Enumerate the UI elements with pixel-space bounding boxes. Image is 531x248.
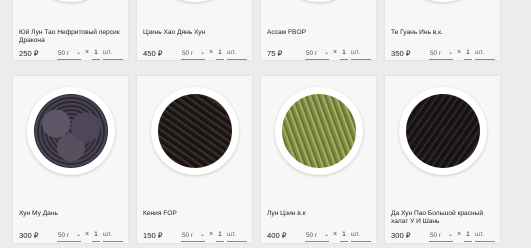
product-card[interactable]: Те Гуань Инь в.к. 350 ₽ 50 г ⌄ × 1 шт.	[385, 0, 500, 60]
weight-select[interactable]: 50 г ⌄	[181, 49, 205, 60]
chevron-down-icon: ⌄	[447, 232, 453, 238]
multiply-icon: ×	[209, 231, 214, 238]
product-price: 300 ₽	[19, 231, 39, 240]
product-card[interactable]: Ассам FBOP 75 ₽ 50 г ⌄ × 1 шт.	[261, 0, 376, 60]
product-image[interactable]	[275, 87, 363, 175]
product-price: 400 ₽	[267, 231, 287, 240]
product-name[interactable]: Юй Лун Тао Нефритовый персик Дракона	[19, 29, 127, 45]
product-image[interactable]	[399, 0, 487, 2]
quantity-input[interactable]: 1	[92, 231, 100, 242]
quantity-input[interactable]: 1	[92, 49, 100, 60]
unit-select[interactable]: шт.	[227, 231, 247, 242]
unit-select[interactable]: шт.	[351, 49, 371, 60]
product-price: 350 ₽	[391, 49, 411, 58]
product-name[interactable]: Цзинь Хао Дянь Хун	[143, 29, 251, 37]
weight-select[interactable]: 50 г ⌄	[429, 231, 453, 242]
product-name[interactable]: Лун Цзин в.к	[267, 210, 375, 218]
product-card[interactable]: Кения FOP 150 ₽ 50 г ⌄ × 1 шт.	[137, 76, 252, 243]
product-image[interactable]	[399, 87, 487, 175]
weight-select[interactable]: 50 г ⌄	[305, 49, 329, 60]
multiply-icon: ×	[333, 231, 338, 238]
weight-select[interactable]: 50 г ⌄	[429, 49, 453, 60]
weight-select[interactable]: 50 г ⌄	[57, 49, 81, 60]
weight-select[interactable]: 50 г ⌄	[181, 231, 205, 242]
weight-select[interactable]: 50 г ⌄	[305, 231, 329, 242]
product-card[interactable]: Лун Цзин в.к 400 ₽ 50 г ⌄ × 1 шт.	[261, 76, 376, 243]
weight-select[interactable]: 50 г ⌄	[57, 231, 81, 242]
multiply-icon: ×	[209, 49, 214, 56]
product-price: 250 ₽	[19, 49, 39, 58]
product-image[interactable]	[275, 0, 363, 2]
product-name[interactable]: Хун Му Дань	[19, 210, 127, 218]
product-image[interactable]	[27, 87, 115, 175]
quantity-input[interactable]: 1	[340, 231, 348, 242]
multiply-icon: ×	[333, 49, 338, 56]
chevron-down-icon: ⌄	[75, 50, 81, 56]
chevron-down-icon: ⌄	[323, 50, 329, 56]
chevron-down-icon: ⌄	[323, 232, 329, 238]
chevron-down-icon: ⌄	[199, 50, 205, 56]
quantity-input[interactable]: 1	[464, 231, 472, 242]
multiply-icon: ×	[457, 49, 462, 56]
quantity-input[interactable]: 1	[216, 231, 224, 242]
multiply-icon: ×	[457, 231, 462, 238]
unit-select[interactable]: шт.	[351, 231, 371, 242]
product-price: 150 ₽	[143, 231, 163, 240]
product-image[interactable]	[151, 87, 239, 175]
product-price: 75 ₽	[267, 49, 283, 58]
product-card[interactable]: Да Хун Пао Большой красный халат У И Шан…	[385, 76, 500, 243]
unit-select[interactable]: шт.	[475, 49, 495, 60]
product-card[interactable]: Цзинь Хао Дянь Хун 450 ₽ 50 г ⌄ × 1 шт.	[137, 0, 252, 60]
product-card[interactable]: Хун Му Дань 300 ₽ 50 г ⌄ × 1 шт.	[13, 76, 128, 243]
chevron-down-icon: ⌄	[199, 232, 205, 238]
product-price: 450 ₽	[143, 49, 163, 58]
product-price: 300 ₽	[391, 231, 411, 240]
product-image[interactable]	[151, 0, 239, 2]
quantity-input[interactable]: 1	[464, 49, 472, 60]
unit-select[interactable]: шт.	[475, 231, 495, 242]
product-name[interactable]: Кения FOP	[143, 210, 251, 218]
quantity-input[interactable]: 1	[216, 49, 224, 60]
unit-select[interactable]: шт.	[103, 231, 123, 242]
unit-select[interactable]: шт.	[103, 49, 123, 60]
product-name[interactable]: Те Гуань Инь в.к.	[391, 29, 499, 37]
product-name[interactable]: Да Хун Пао Большой красный халат У И Шан…	[391, 210, 499, 226]
chevron-down-icon: ⌄	[447, 50, 453, 56]
product-image[interactable]	[27, 0, 115, 2]
chevron-down-icon: ⌄	[75, 232, 81, 238]
product-card[interactable]: Юй Лун Тао Нефритовый персик Дракона 250…	[13, 0, 128, 60]
product-name[interactable]: Ассам FBOP	[267, 29, 375, 37]
unit-select[interactable]: шт.	[227, 49, 247, 60]
multiply-icon: ×	[85, 49, 90, 56]
quantity-input[interactable]: 1	[340, 49, 348, 60]
multiply-icon: ×	[85, 231, 90, 238]
